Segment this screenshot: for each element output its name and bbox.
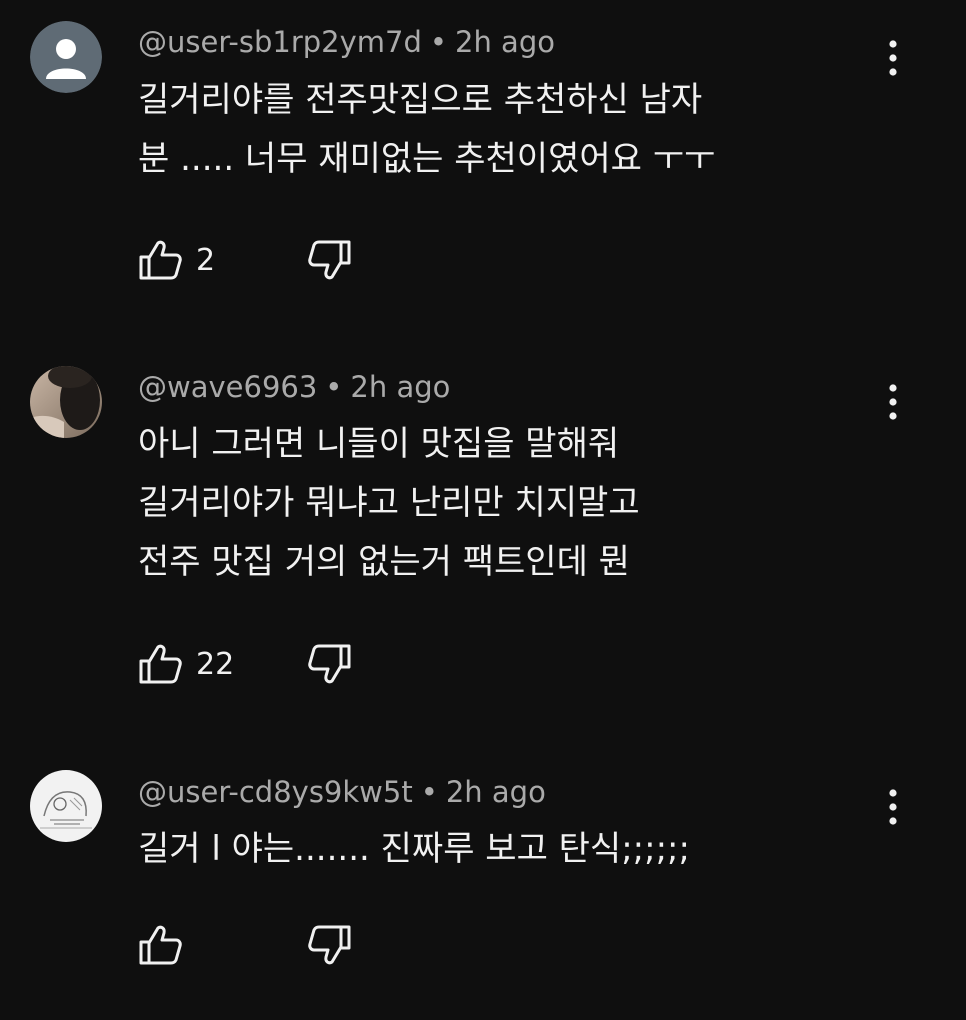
comment-header: @user-sb1rp2ym7d • 2h ago bbox=[138, 22, 555, 62]
more-vert-icon bbox=[889, 40, 897, 76]
comment-actions: 22 bbox=[138, 642, 351, 686]
comment-header: @user-cd8ys9kw5t • 2h ago bbox=[138, 772, 546, 812]
avatar[interactable] bbox=[30, 21, 102, 93]
like-count: 22 bbox=[196, 646, 235, 682]
author-name[interactable]: @user-cd8ys9kw5t bbox=[138, 775, 413, 809]
comment-text: 길거리야를 전주맛집으로 추천하신 남자 분 ..... 너무 재미없는 추천이… bbox=[138, 71, 715, 189]
dislike-button[interactable] bbox=[306, 643, 352, 685]
user-photo-icon bbox=[30, 366, 102, 438]
thumbs-up-icon bbox=[139, 240, 182, 280]
timestamp[interactable]: 2h ago bbox=[350, 370, 450, 404]
like-count: 2 bbox=[196, 242, 216, 278]
comment-line: 분 ..... 너무 재미없는 추천이였어요 ㅜㅜ bbox=[138, 139, 716, 179]
thumbs-down-icon bbox=[308, 925, 351, 965]
comment-line: 길거리야가 뭐냐고 난리만 치지말고 bbox=[138, 483, 640, 523]
comment-text: 길거 l 야는....... 진짜루 보고 탄식;;;;;; bbox=[138, 820, 690, 879]
more-vert-icon bbox=[889, 789, 897, 825]
comment-line: 길거 l 야는....... 진짜루 보고 탄식;;;;;; bbox=[138, 829, 690, 869]
comment-header: @wave6963 • 2h ago bbox=[138, 367, 450, 407]
thumbs-up-icon bbox=[139, 925, 182, 965]
avatar[interactable] bbox=[30, 770, 102, 842]
separator: • bbox=[429, 25, 447, 59]
like-button[interactable] bbox=[138, 924, 196, 966]
default-avatar-icon bbox=[30, 21, 102, 93]
more-vert-icon bbox=[889, 384, 897, 420]
more-options-button[interactable] bbox=[878, 38, 908, 78]
thumbs-down-icon bbox=[308, 240, 351, 280]
thumbs-down-icon bbox=[308, 644, 351, 684]
thumbs-up-icon bbox=[139, 644, 182, 684]
author-name[interactable]: @user-sb1rp2ym7d bbox=[138, 25, 422, 59]
timestamp[interactable]: 2h ago bbox=[455, 25, 555, 59]
dislike-button[interactable] bbox=[306, 239, 352, 281]
like-button[interactable]: 22 bbox=[138, 643, 234, 685]
dislike-button[interactable] bbox=[306, 924, 352, 966]
comment-line: 아니 그러면 니들이 맛집을 말해줘 bbox=[138, 424, 620, 464]
comment-actions bbox=[138, 923, 351, 967]
timestamp[interactable]: 2h ago bbox=[446, 775, 546, 809]
more-options-button[interactable] bbox=[878, 382, 908, 422]
separator: • bbox=[325, 370, 343, 404]
avatar[interactable] bbox=[30, 366, 102, 438]
like-button[interactable]: 2 bbox=[138, 239, 215, 281]
comment-text: 아니 그러면 니들이 맛집을 말해줘 길거리야가 뭐냐고 난리만 치지말고 전주… bbox=[138, 415, 640, 592]
author-name[interactable]: @wave6963 bbox=[138, 370, 317, 404]
sketch-avatar-icon bbox=[30, 770, 102, 842]
separator: • bbox=[420, 775, 438, 809]
comment-line: 길거리야를 전주맛집으로 추천하신 남자 bbox=[138, 80, 703, 120]
more-options-button[interactable] bbox=[878, 787, 908, 827]
comment-line: 전주 맛집 거의 없는거 팩트인데 뭔 bbox=[138, 542, 630, 582]
comment-actions: 2 bbox=[138, 238, 351, 282]
